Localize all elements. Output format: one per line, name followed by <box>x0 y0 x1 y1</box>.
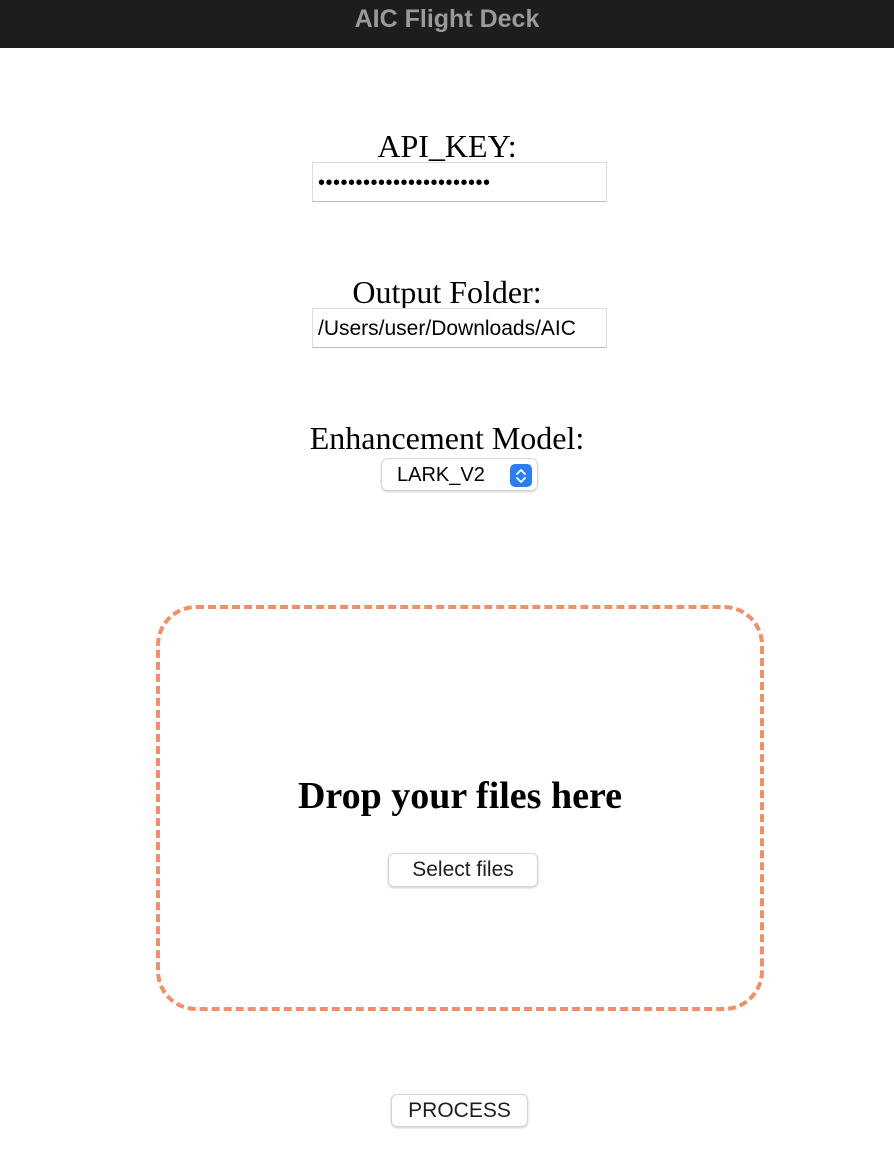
output-folder-label: Output Folder: <box>352 274 542 310</box>
output-folder-field[interactable]: /Users/user/Downloads/AIC <box>312 308 607 348</box>
output-folder-value: /Users/user/Downloads/AIC <box>318 317 576 340</box>
file-dropzone[interactable]: Drop your files here Select files <box>156 605 764 1011</box>
process-button[interactable]: PROCESS <box>391 1094 528 1127</box>
api-key-label: API_KEY: <box>377 128 517 164</box>
window-titlebar: AIC Flight Deck <box>0 0 894 48</box>
enhancement-model-select[interactable]: LARK_V2 <box>381 458 538 491</box>
enhancement-model-selected: LARK_V2 <box>397 464 485 486</box>
api-key-field[interactable]: ••••••••••••••••••••••• <box>312 162 607 202</box>
enhancement-model-label: Enhancement Model: <box>309 420 585 456</box>
dropzone-title: Drop your files here <box>297 775 623 817</box>
api-key-masked-value: ••••••••••••••••••••••• <box>318 172 491 194</box>
window-title: AIC Flight Deck <box>354 4 540 33</box>
chevron-up-down-icon <box>510 464 532 487</box>
select-files-button[interactable]: Select files <box>388 853 538 887</box>
